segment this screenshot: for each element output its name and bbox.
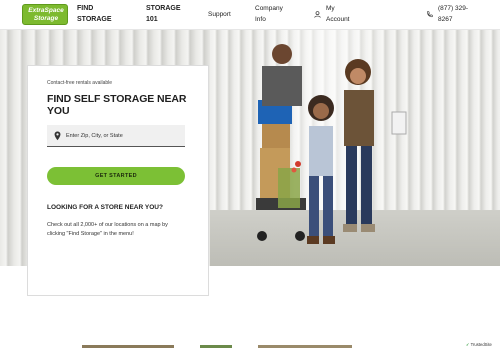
logo-line-2: Storage	[33, 14, 59, 22]
check-icon: ✓	[466, 342, 470, 347]
find-storage-card: Contact-free rentals available FIND SELF…	[27, 65, 209, 296]
store-near-you-text: Check out all 2,000+ of our locations on…	[47, 222, 168, 237]
get-started-button[interactable]: GET STARTED	[47, 167, 185, 185]
nav-support[interactable]: Support	[208, 9, 231, 20]
user-icon[interactable]	[314, 11, 321, 18]
search-box[interactable]	[47, 125, 185, 147]
extra-space-logo[interactable]: ExtraSpace Storage	[22, 4, 68, 25]
card-title: FIND SELF STORAGE NEAR YOU	[47, 93, 187, 117]
nav-account-line1: My	[326, 5, 335, 12]
nav-find-storage[interactable]: FIND STORAGE	[77, 3, 112, 25]
nav-find-storage-line2: STORAGE	[77, 16, 112, 23]
location-pin-icon	[54, 131, 61, 141]
nav-storage101-line1: STORAGE	[146, 5, 181, 12]
trusted-site-badge[interactable]: ✓ TrustedSite	[466, 341, 498, 348]
phone-icon[interactable]	[426, 11, 433, 18]
nav-storage-101[interactable]: STORAGE 101	[146, 3, 181, 25]
nav-company-info[interactable]: Company Info	[255, 3, 283, 25]
nav-account-line2: Account	[326, 16, 350, 23]
nav-company-line2: Info	[255, 16, 266, 23]
nav-find-storage-line1: FIND	[77, 5, 94, 12]
logo-line-1: ExtraSpace	[28, 7, 64, 14]
card-subtitle: Contact-free rentals available	[47, 80, 113, 86]
nav-phone[interactable]: (877) 329- 8267	[438, 3, 468, 25]
store-near-you-heading: LOOKING FOR A STORE NEAR YOU?	[47, 204, 163, 211]
trusted-site-label: TrustedSite	[470, 342, 492, 347]
nav-company-line1: Company	[255, 5, 283, 12]
logo-text: ExtraSpace Storage	[23, 7, 69, 22]
site-header: ExtraSpace Storage FIND STORAGE STORAGE …	[0, 0, 500, 30]
nav-phone-line2: 8267	[438, 16, 453, 23]
nav-my-account[interactable]: My Account	[326, 3, 350, 25]
nav-storage101-line2: 101	[146, 16, 158, 23]
nav-support-label: Support	[208, 11, 231, 18]
location-search-input[interactable]	[66, 125, 181, 147]
family-moving-photo	[256, 44, 407, 244]
nav-phone-line1: (877) 329-	[438, 5, 468, 12]
